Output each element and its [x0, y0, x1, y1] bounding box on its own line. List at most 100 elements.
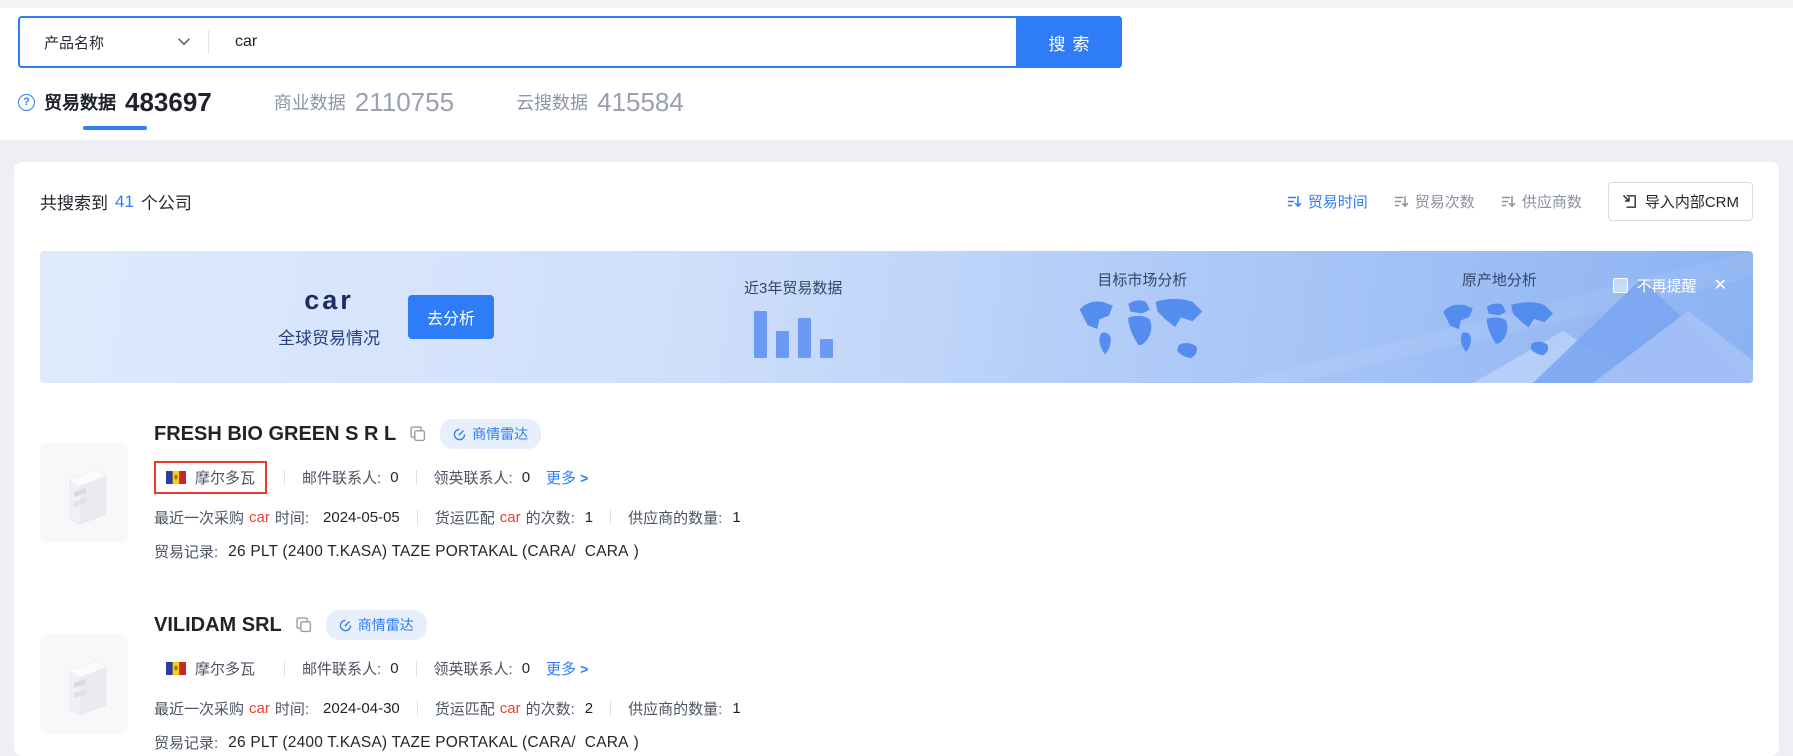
- trade-record-match: CARA: [585, 734, 629, 752]
- company-info: FRESH BIO GREEN S R L 商情雷达 摩尔多瓦: [154, 419, 741, 562]
- product-thumbnail[interactable]: [40, 443, 128, 543]
- time-label: 时间:: [275, 507, 309, 528]
- trade-record-text: 26 PLT (2400 T.KASA) TAZE PORTAKAL (: [228, 543, 527, 561]
- tab-count: 2110755: [355, 89, 454, 115]
- search-button[interactable]: 搜索: [1016, 16, 1122, 68]
- sort-trade-count[interactable]: 贸易次数: [1394, 191, 1475, 212]
- import-icon: [1622, 194, 1637, 209]
- analyze-button[interactable]: 去分析: [408, 295, 494, 339]
- bar: [820, 339, 833, 358]
- search-header: 产品名称 搜索 ? 贸易数据 483697 商业数据 2110755 云搜数据 …: [0, 8, 1793, 140]
- email-contacts-count: 0: [390, 469, 398, 486]
- import-crm-label: 导入内部CRM: [1645, 191, 1739, 212]
- target-market-title: 目标市场分析: [1097, 269, 1187, 290]
- sort-supplier-count[interactable]: 供应商数: [1501, 191, 1582, 212]
- company-stats-row: 最近一次采购 car 时间: 2024-05-05 货运匹配 car 的次数: …: [154, 507, 741, 528]
- purchase-date: 2024-04-30: [323, 700, 400, 717]
- company-meta-row: 摩尔多瓦 邮件联系人: 0 领英联系人: 0 更多 >: [154, 461, 741, 494]
- country-highlight-box: 摩尔多瓦: [154, 461, 267, 494]
- divider: [284, 661, 285, 676]
- trade-record-text: ): [634, 543, 639, 561]
- linkedin-contacts-label: 领英联系人:: [434, 658, 513, 679]
- badge-label: 商情雷达: [358, 615, 414, 635]
- summary-suffix: 个公司: [141, 189, 192, 214]
- sort-icon: [1501, 194, 1516, 209]
- moldova-flag-icon: [166, 471, 186, 484]
- more-label: 更多: [546, 467, 576, 488]
- close-icon[interactable]: ✕: [1714, 278, 1727, 294]
- moldova-flag-icon: [166, 662, 186, 675]
- world-map-icon: [1072, 296, 1212, 366]
- bar: [776, 331, 789, 358]
- results-summary: 共搜索到 41 个公司: [40, 189, 192, 214]
- search-bar: 产品名称 搜索: [18, 16, 1122, 68]
- business-radar-badge[interactable]: 商情雷达: [326, 610, 427, 640]
- tab-business-data[interactable]: 商业数据 2110755: [274, 89, 454, 130]
- banner-dismiss: 不再提醒 ✕: [1613, 275, 1727, 296]
- banner-chart-block: 近3年贸易数据: [744, 277, 842, 358]
- chevron-right-icon: >: [580, 661, 588, 677]
- divider: [610, 510, 611, 525]
- email-contacts-count: 0: [390, 660, 398, 677]
- tab-cloud-search-data[interactable]: 云搜数据 415584: [516, 89, 684, 130]
- company-info: VILIDAM SRL 商情雷达 摩尔多瓦: [154, 610, 741, 753]
- time-label: 时间:: [275, 698, 309, 719]
- import-crm-button[interactable]: 导入内部CRM: [1608, 182, 1753, 221]
- dismiss-label[interactable]: 不再提醒: [1637, 275, 1697, 296]
- business-radar-badge[interactable]: 商情雷达: [440, 419, 541, 449]
- summary-prefix: 共搜索到: [40, 189, 108, 214]
- target-market-block: 目标市场分析: [1072, 269, 1212, 366]
- company-meta-row: 摩尔多瓦 邮件联系人: 0 领英联系人: 0 更多 >: [154, 652, 741, 685]
- divider: [416, 470, 417, 485]
- company-stats-row: 最近一次采购 car 时间: 2024-04-30 货运匹配 car 的次数: …: [154, 698, 741, 719]
- product-thumbnail[interactable]: [40, 634, 128, 734]
- divider: [284, 470, 285, 485]
- tab-label: 贸易数据: [44, 89, 116, 115]
- sort-icon: [1287, 194, 1302, 209]
- sort-label: 贸易次数: [1415, 191, 1475, 212]
- country-name: 摩尔多瓦: [195, 658, 255, 679]
- search-category-select[interactable]: 产品名称: [20, 18, 208, 66]
- company-name[interactable]: VILIDAM SRL: [154, 614, 282, 637]
- more-link[interactable]: 更多 >: [546, 467, 588, 488]
- tab-count: 483697: [125, 89, 212, 115]
- origin-analysis-block: 原产地分析: [1438, 269, 1560, 366]
- tab-count: 415584: [597, 89, 684, 115]
- trade-record-match: CARA/: [527, 543, 575, 561]
- copy-icon[interactable]: [410, 426, 426, 442]
- badge-label: 商情雷达: [472, 424, 528, 444]
- top-strip: [0, 0, 1793, 8]
- divider: [610, 701, 611, 716]
- radar-icon: [453, 428, 466, 441]
- data-tabs: ? 贸易数据 483697 商业数据 2110755 云搜数据 415584: [18, 89, 1793, 130]
- freight-match-label: 货运匹配: [435, 698, 495, 719]
- copy-icon[interactable]: [296, 617, 312, 633]
- more-link[interactable]: 更多 >: [546, 658, 588, 679]
- trade-record-row: 贸易记录: 26 PLT (2400 T.KASA) TAZE PORTAKAL…: [154, 732, 741, 753]
- sort-label: 贸易时间: [1308, 191, 1368, 212]
- help-icon[interactable]: ?: [18, 94, 35, 111]
- trade-record-text: 26 PLT (2400 T.KASA) TAZE PORTAKAL (: [228, 734, 527, 752]
- dismiss-checkbox[interactable]: [1613, 278, 1628, 293]
- tab-trade-data[interactable]: ? 贸易数据 483697: [18, 89, 212, 130]
- linkedin-contacts-count: 0: [522, 660, 530, 677]
- purchase-date: 2024-05-05: [323, 509, 400, 526]
- divider: [417, 701, 418, 716]
- supplier-count-label: 供应商的数量:: [628, 507, 722, 528]
- company-card: VILIDAM SRL 商情雷达 摩尔多瓦: [40, 610, 1753, 753]
- trade-record-label: 贸易记录:: [154, 732, 218, 753]
- trade-analysis-banner: car 全球贸易情况 去分析 近3年贸易数据 目标市场分析: [40, 251, 1753, 383]
- supplier-count: 1: [732, 700, 740, 717]
- company-name[interactable]: FRESH BIO GREEN S R L: [154, 423, 396, 446]
- banner-keyword: car: [278, 285, 380, 316]
- last-purchase-label: 最近一次采购: [154, 698, 244, 719]
- freight-match-label: 货运匹配: [435, 507, 495, 528]
- sort-label: 供应商数: [1522, 191, 1582, 212]
- chevron-down-icon: [178, 38, 190, 46]
- sort-trade-time[interactable]: 贸易时间: [1287, 191, 1368, 212]
- chevron-right-icon: >: [580, 470, 588, 486]
- world-map-icon: [1438, 296, 1560, 366]
- origin-analysis-title: 原产地分析: [1462, 269, 1537, 290]
- banner-chart-title: 近3年贸易数据: [744, 277, 842, 298]
- search-input[interactable]: [209, 18, 1016, 66]
